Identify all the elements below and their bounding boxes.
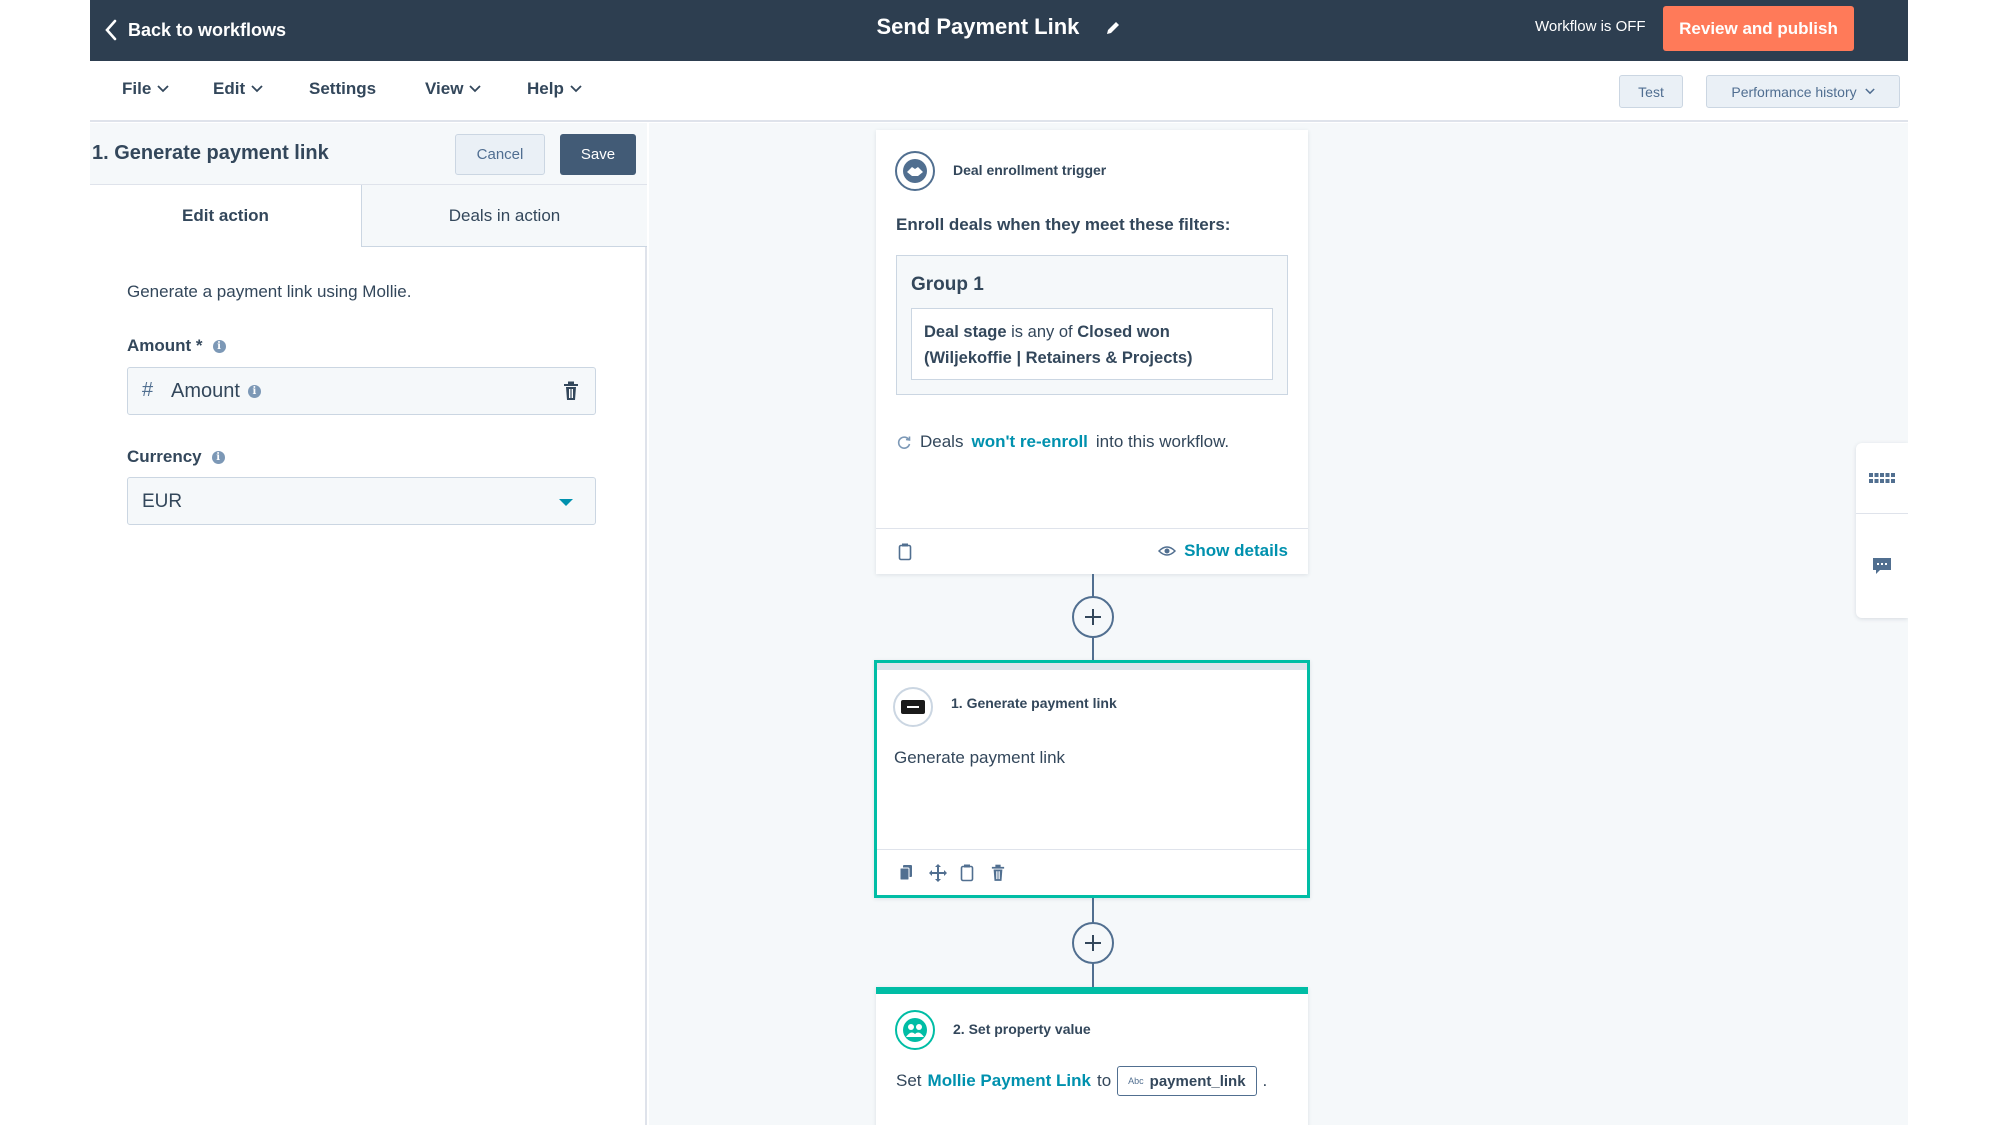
rail-divider [1856,513,1908,514]
action1-body: Generate payment link [894,748,1066,767]
chevron-down-icon [1864,88,1875,95]
info-icon[interactable]: i [211,450,225,464]
tab-deals-in-action[interactable]: Deals in action [362,185,647,247]
chevron-down-icon [251,85,263,93]
clone-icon[interactable] [899,864,913,882]
menu-edit[interactable]: Edit [213,79,263,99]
token-value: payment_link [1149,1072,1246,1090]
property-token[interactable]: Abc payment_link [1117,1066,1257,1096]
action2-prefix: Set [896,1071,922,1090]
pencil-icon[interactable] [1104,19,1122,37]
menu-view-label: View [425,79,464,98]
keyboard-shortcuts-button[interactable] [1856,443,1908,513]
enrollment-trigger-card[interactable]: Deal enrollment trigger Enroll deals whe… [876,130,1308,574]
trash-icon[interactable] [991,864,1005,882]
keyboard-icon [1869,473,1895,483]
reenroll-link[interactable]: won't re-enroll [971,432,1087,452]
action-card-generate-payment-link[interactable]: 1. Generate payment link Generate paymen… [874,660,1310,898]
tab-edit-action[interactable]: Edit action [90,185,362,247]
show-details-button[interactable]: Show details [1158,541,1288,561]
app-frame: Back to workflows Send Payment Link Work… [90,0,1908,1125]
menu-file-label: File [122,79,152,98]
info-icon[interactable]: i [212,339,226,353]
currency-label: Currency i [127,447,225,467]
menu-edit-label: Edit [213,79,246,98]
move-icon[interactable] [928,863,948,883]
menu-settings[interactable]: Settings [309,79,376,99]
handshake-icon [895,151,935,191]
save-button[interactable]: Save [560,134,636,175]
reenroll-prefix: Deals [920,432,964,451]
eye-icon [1158,546,1177,556]
currency-value: EUR [142,491,183,512]
workflow-title-text[interactable]: Send Payment Link [876,14,1079,40]
menu-settings-label: Settings [309,79,377,98]
panel-tabs: Edit action Deals in action [90,185,647,247]
show-details-label: Show details [1184,541,1288,560]
refresh-icon [897,436,911,449]
panel-header: 1. Generate payment link Cancel Save [90,123,647,185]
chat-icon [1873,558,1891,574]
filter-group[interactable]: Group 1 Deal stage is any of Closed won … [896,255,1288,395]
action-edit-panel: 1. Generate payment link Cancel Save Edi… [90,123,647,1125]
caret-down-icon [559,499,573,506]
chevron-down-icon [570,85,582,93]
amount-token-label: Amount [171,380,240,402]
menu-help-label: Help [527,79,564,98]
amount-token: Amount i [171,380,261,403]
action-description: Generate a payment link using Mollie. [127,282,412,301]
property-link[interactable]: Mollie Payment Link [928,1071,1091,1091]
card-top-stripe [877,663,1307,670]
filter-condition[interactable]: Deal stage is any of Closed won (Wiljeko… [911,308,1273,380]
copy-icon[interactable] [898,543,912,561]
menu-view[interactable]: View [425,79,482,99]
menu-bar: File Edit Settings View Help Test Perfor… [90,61,1908,122]
filter-operator: is any of [1011,323,1073,341]
trigger-subtitle: Enroll deals when they meet these filter… [896,215,1231,234]
chevron-down-icon [157,85,169,93]
top-header: Back to workflows Send Payment Link Work… [90,0,1908,61]
action1-title: 1. Generate payment link [951,695,1117,711]
workflow-status: Workflow is OFF [1535,18,1646,35]
group-title: Group 1 [911,274,984,295]
action2-suffix: . [1262,1071,1268,1090]
currency-select[interactable]: EUR [127,477,596,525]
add-step-button[interactable] [1072,922,1114,964]
trigger-title: Deal enrollment trigger [953,162,1107,178]
menu-file[interactable]: File [122,79,169,99]
currency-label-text: Currency [127,447,202,466]
performance-history-button[interactable]: Performance history [1706,75,1900,108]
number-type-icon: # [142,379,154,401]
action2-mid: to [1096,1071,1112,1090]
action2-body: Set Mollie Payment Link to Abc payment_l… [896,1066,1267,1096]
panel-title: 1. Generate payment link [92,142,329,164]
chevron-down-icon [469,85,482,93]
trigger-footer: Show details [876,528,1308,574]
action-card-set-property[interactable]: 2. Set property value Set Mollie Payment… [876,987,1308,1125]
menu-help[interactable]: Help [527,79,582,99]
trash-icon[interactable] [563,381,579,401]
info-icon[interactable]: i [247,385,261,398]
filter-property: Deal stage [924,323,1007,341]
cancel-button[interactable]: Cancel [455,134,545,175]
mollie-app-icon [893,687,933,727]
workflow-canvas[interactable]: Deal enrollment trigger Enroll deals whe… [649,123,1908,1125]
action2-title: 2. Set property value [953,1021,1091,1037]
amount-label: Amount * i [127,336,226,356]
add-step-button[interactable] [1072,596,1114,638]
amount-field[interactable]: # Amount i [127,367,596,415]
reenroll-note: Deals won't re-enroll into this workflow… [896,432,1229,452]
people-icon [895,1010,935,1050]
reenroll-suffix: into this workflow. [1095,432,1230,451]
review-and-publish-button[interactable]: Review and publish [1663,6,1854,51]
text-type-icon: Abc [1128,1076,1144,1086]
performance-history-label: Performance history [1731,83,1857,100]
comments-button[interactable] [1856,531,1908,601]
action1-footer [877,849,1307,895]
side-rail [1856,443,1908,618]
copy-icon[interactable] [960,864,974,882]
test-button[interactable]: Test [1619,75,1683,108]
amount-label-text: Amount * [127,336,203,355]
